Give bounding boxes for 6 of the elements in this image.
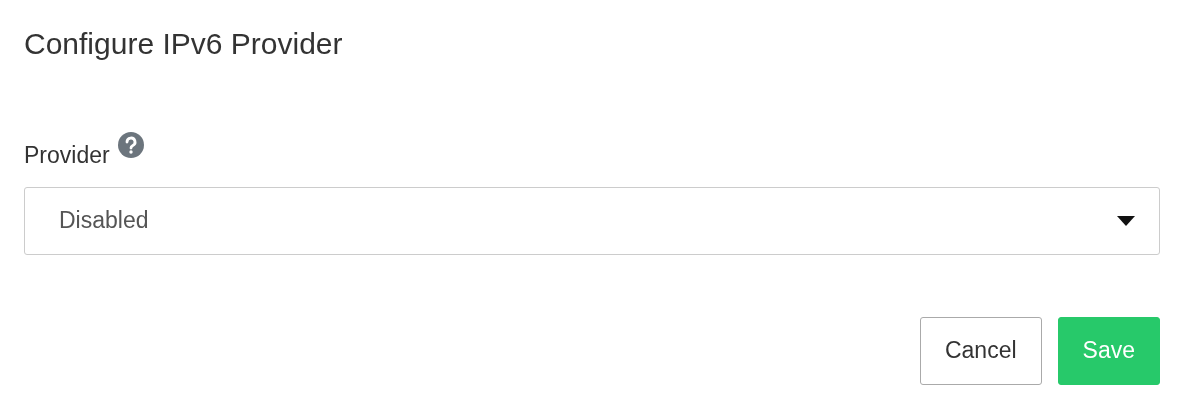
- dialog-title: Configure IPv6 Provider: [24, 26, 344, 62]
- caret-icon: [1117, 215, 1135, 226]
- help-icon: [117, 132, 144, 159]
- field-label: Provider: [24, 141, 110, 170]
- provider-select[interactable]: Disabled: [24, 186, 1160, 255]
- cancel-button[interactable]: Cancel: [919, 316, 1042, 385]
